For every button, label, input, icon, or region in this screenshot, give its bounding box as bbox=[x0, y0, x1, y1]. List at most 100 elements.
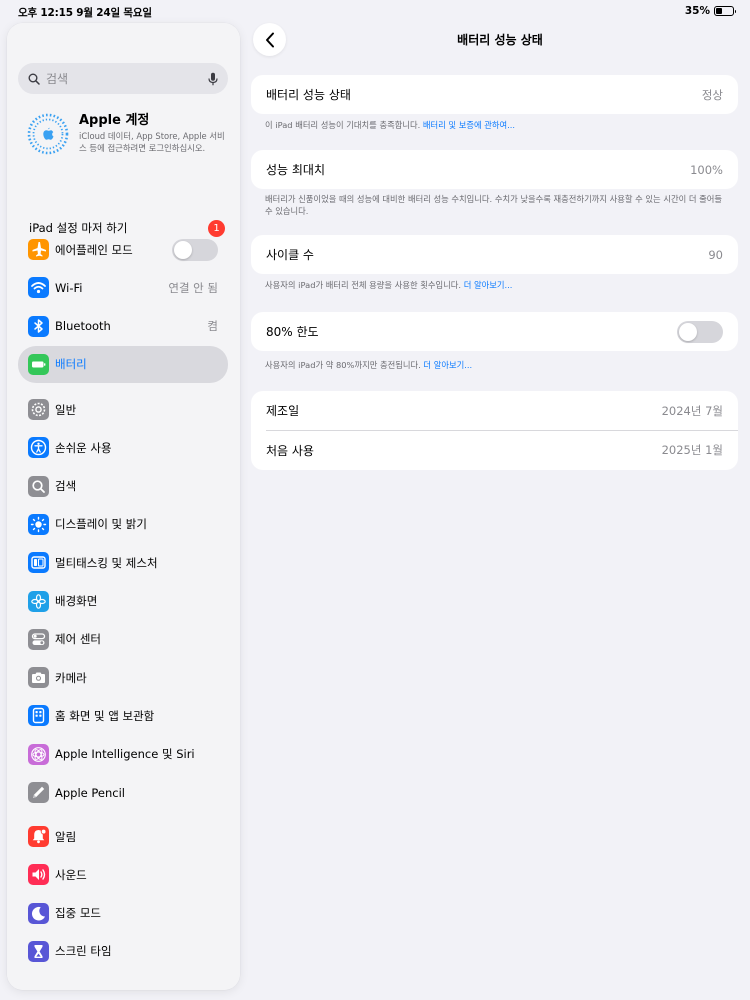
sidebar-item-search[interactable]: 검색 bbox=[18, 468, 228, 505]
sidebar-item-label: 배터리 bbox=[55, 357, 87, 372]
sidebar: 검색 Apple 계정 iCloud 데이터, App Store, Apple… bbox=[7, 23, 240, 990]
sidebar-item-wallpaper[interactable]: 배경화면 bbox=[18, 583, 228, 620]
sidebar-item-label: 사운드 bbox=[55, 867, 87, 882]
apple-account-signin[interactable]: Apple 계정 iCloud 데이터, App Store, Apple 서비… bbox=[27, 113, 227, 173]
sidebar-item-multitasking[interactable]: 멀티태스킹 및 제스처 bbox=[18, 544, 228, 581]
page-title: 배터리 성능 상태 bbox=[457, 33, 543, 47]
max-capacity-value: 100% bbox=[690, 162, 723, 177]
sidebar-item-label: Bluetooth bbox=[55, 319, 111, 334]
sidebar-item-label: 스크린 타임 bbox=[55, 944, 112, 959]
accessibility-icon bbox=[28, 437, 49, 459]
sidebar-item-notifications[interactable]: 알림 bbox=[18, 818, 228, 855]
sidebar-item-label: 카메라 bbox=[55, 670, 87, 685]
search-icon bbox=[28, 475, 49, 497]
speaker-icon bbox=[28, 864, 49, 886]
charge-limit-card: 80% 한도 bbox=[251, 312, 738, 351]
sidebar-item-home-screen[interactable]: 홈 화면 및 앱 보관함 bbox=[18, 697, 228, 734]
search-field[interactable]: 검색 bbox=[18, 63, 228, 94]
battery-health-note-text: 이 iPad 배터리 성능이 기대치를 충족합니다. bbox=[265, 120, 423, 130]
apple-account-text: Apple 계정 iCloud 데이터, App Store, Apple 서비… bbox=[79, 113, 227, 173]
status-battery-icon bbox=[714, 6, 736, 16]
brightness-icon bbox=[28, 513, 49, 535]
cycle-count-note-text: 사용자의 iPad가 배터리 전체 용량을 사용한 횟수입니다. bbox=[265, 280, 464, 290]
apple-account-description: iCloud 데이터, App Store, Apple 서비스 등에 접근하려… bbox=[79, 131, 225, 153]
battery-health-row: 배터리 성능 상태 정상 bbox=[251, 75, 738, 114]
home-screen-icon bbox=[28, 705, 49, 727]
sidebar-item-label: Apple Pencil bbox=[55, 785, 125, 800]
search-icon bbox=[28, 73, 40, 85]
search-input[interactable]: 검색 bbox=[46, 70, 208, 87]
airplane-toggle[interactable] bbox=[172, 238, 218, 261]
sidebar-item-label: 손쉬운 사용 bbox=[55, 440, 112, 455]
sidebar-item-wifi[interactable]: Wi-Fi 연결 안 됨 bbox=[18, 269, 228, 306]
status-battery-percent: 35% bbox=[684, 5, 710, 17]
sidebar-item-siri[interactable]: Apple Intelligence 및 Siri bbox=[18, 736, 228, 773]
microphone-icon[interactable] bbox=[208, 72, 218, 86]
sidebar-item-label: 에어플레인 모드 bbox=[55, 242, 133, 257]
sidebar-item-label: 알림 bbox=[55, 829, 77, 844]
sidebar-item-general[interactable]: 일반 bbox=[18, 391, 228, 428]
cycle-count-label: 사이클 수 bbox=[266, 248, 314, 262]
cycle-count-value: 90 bbox=[708, 247, 723, 262]
apple-logo-icon bbox=[27, 113, 69, 155]
sidebar-item-bluetooth[interactable]: Bluetooth 켬 bbox=[18, 308, 228, 345]
manufacture-date-value: 2024년 7월 bbox=[661, 403, 723, 418]
status-time: 오후 12:15 9월 24일 목요일 bbox=[18, 7, 152, 19]
status-battery-fill bbox=[716, 8, 722, 14]
pencil-icon bbox=[28, 782, 49, 803]
manufacture-date-label: 제조일 bbox=[266, 404, 300, 418]
toggles-icon bbox=[28, 628, 49, 650]
gear-icon bbox=[28, 399, 49, 420]
sidebar-item-label: 디스플레이 및 밝기 bbox=[55, 517, 147, 532]
bluetooth-icon bbox=[28, 315, 49, 337]
sidebar-item-label: 일반 bbox=[55, 402, 77, 417]
first-use-value: 2025년 1월 bbox=[661, 443, 723, 457]
max-capacity-row: 성능 최대치 100% bbox=[251, 150, 738, 189]
airplane-icon bbox=[28, 239, 49, 260]
battery-health-card: 배터리 성능 상태 정상 bbox=[251, 75, 738, 114]
sidebar-item-airplane[interactable]: 에어플레인 모드 bbox=[18, 231, 228, 268]
apple-account-title: Apple 계정 bbox=[79, 113, 150, 128]
sidebar-item-pencil[interactable]: Apple Pencil bbox=[18, 774, 228, 811]
sidebar-item-sounds[interactable]: 사운드 bbox=[18, 856, 228, 893]
sidebar-item-label: 제어 센터 bbox=[55, 632, 101, 647]
multitasking-icon bbox=[28, 552, 49, 574]
dates-card: 제조일 2024년 7월 처음 사용 2025년 1월 bbox=[251, 391, 738, 470]
wifi-icon bbox=[28, 277, 49, 299]
cycle-count-learn-more-link[interactable]: 더 알아보기... bbox=[464, 280, 513, 290]
manufacture-date-row: 제조일 2024년 7월 bbox=[251, 391, 738, 430]
sidebar-item-screen-time[interactable]: 스크린 타임 bbox=[18, 933, 228, 970]
sidebar-item-accessibility[interactable]: 손쉬운 사용 bbox=[18, 429, 228, 466]
moon-icon bbox=[28, 902, 49, 924]
sidebar-item-control-center[interactable]: 제어 센터 bbox=[18, 621, 228, 658]
battery-health-value: 정상 bbox=[701, 87, 723, 102]
battery-health-label: 배터리 성능 상태 bbox=[266, 88, 351, 102]
charge-limit-note: 사용자의 iPad가 약 80%까지만 충전됩니다. 더 알아보기... bbox=[265, 360, 725, 372]
hourglass-icon bbox=[28, 940, 49, 962]
cycle-count-note: 사용자의 iPad가 배터리 전체 용량을 사용한 횟수입니다. 더 알아보기.… bbox=[265, 280, 725, 292]
sidebar-item-value: 켬 bbox=[207, 319, 218, 334]
max-capacity-label: 성능 최대치 bbox=[266, 163, 326, 177]
charge-limit-note-text: 사용자의 iPad가 약 80%까지만 충전됩니다. bbox=[265, 360, 424, 370]
sidebar-item-camera[interactable]: 카메라 bbox=[18, 659, 228, 696]
first-use-row: 처음 사용 2025년 1월 bbox=[251, 431, 738, 470]
sidebar-item-display[interactable]: 디스플레이 및 밝기 bbox=[18, 506, 228, 543]
sidebar-item-focus[interactable]: 집중 모드 bbox=[18, 895, 228, 932]
charge-limit-toggle[interactable] bbox=[677, 320, 723, 343]
sidebar-item-label: Apple Intelligence 및 Siri bbox=[55, 747, 195, 762]
battery-warranty-link[interactable]: 배터리 및 보증에 관하여... bbox=[423, 120, 515, 130]
siri-icon bbox=[28, 743, 49, 765]
charge-limit-label: 80% 한도 bbox=[266, 325, 319, 339]
camera-icon bbox=[28, 667, 49, 689]
max-capacity-card: 성능 최대치 100% bbox=[251, 150, 738, 189]
sidebar-item-label: 배경화면 bbox=[55, 594, 98, 608]
sidebar-item-label: 집중 모드 bbox=[55, 906, 101, 921]
sidebar-item-battery[interactable]: 배터리 bbox=[18, 345, 228, 383]
max-capacity-note: 배터리가 신품이었을 때의 성능에 대비한 배터리 성능 수치입니다. 수치가 … bbox=[265, 194, 723, 216]
charge-limit-learn-more-link[interactable]: 더 알아보기... bbox=[423, 360, 472, 370]
status-right: 35% bbox=[684, 5, 736, 17]
sidebar-item-value: 연결 안 됨 bbox=[168, 280, 218, 295]
wallpaper-icon bbox=[28, 590, 49, 612]
sidebar-item-label: 멀티태스킹 및 제스처 bbox=[55, 555, 158, 570]
cycle-count-row: 사이클 수 90 bbox=[251, 235, 738, 274]
